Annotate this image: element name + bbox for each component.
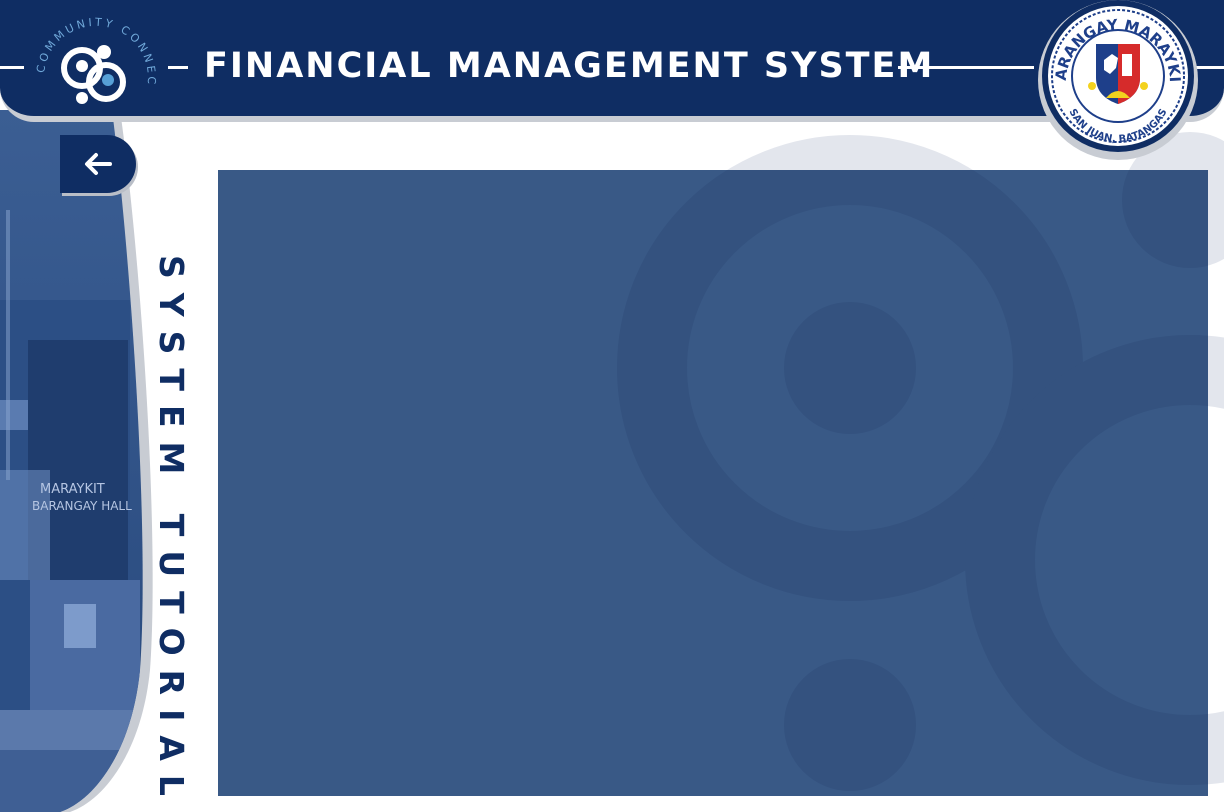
photo-sign-line2: BARANGAY HALL [32, 499, 132, 513]
header-rule-left [0, 66, 24, 69]
header-rule-left-2 [168, 66, 188, 69]
tutorial-video-panel[interactable] [218, 170, 1208, 796]
community-connect-logo: COMMUNITY CONNECT [30, 8, 158, 104]
photo-sign-line1: MARAYKIT [40, 482, 105, 497]
svg-text:COMMUNITY CONNECT: COMMUNITY CONNECT [30, 8, 158, 87]
back-button[interactable] [60, 135, 136, 193]
section-title: SYSTEM TUTORIAL [152, 255, 191, 810]
arrow-left-icon [85, 153, 112, 175]
page-title: FINANCIAL MANAGEMENT SYSTEM [204, 46, 935, 86]
barangay-seal: BARANGAY MARAYKIT SAN JUAN, BATANGAS [1034, 0, 1198, 160]
logo-arc-text: COMMUNITY CONNECT [30, 8, 155, 87]
community-connect-watermark-icon [617, 170, 1208, 791]
header-rule-right [898, 66, 1034, 69]
